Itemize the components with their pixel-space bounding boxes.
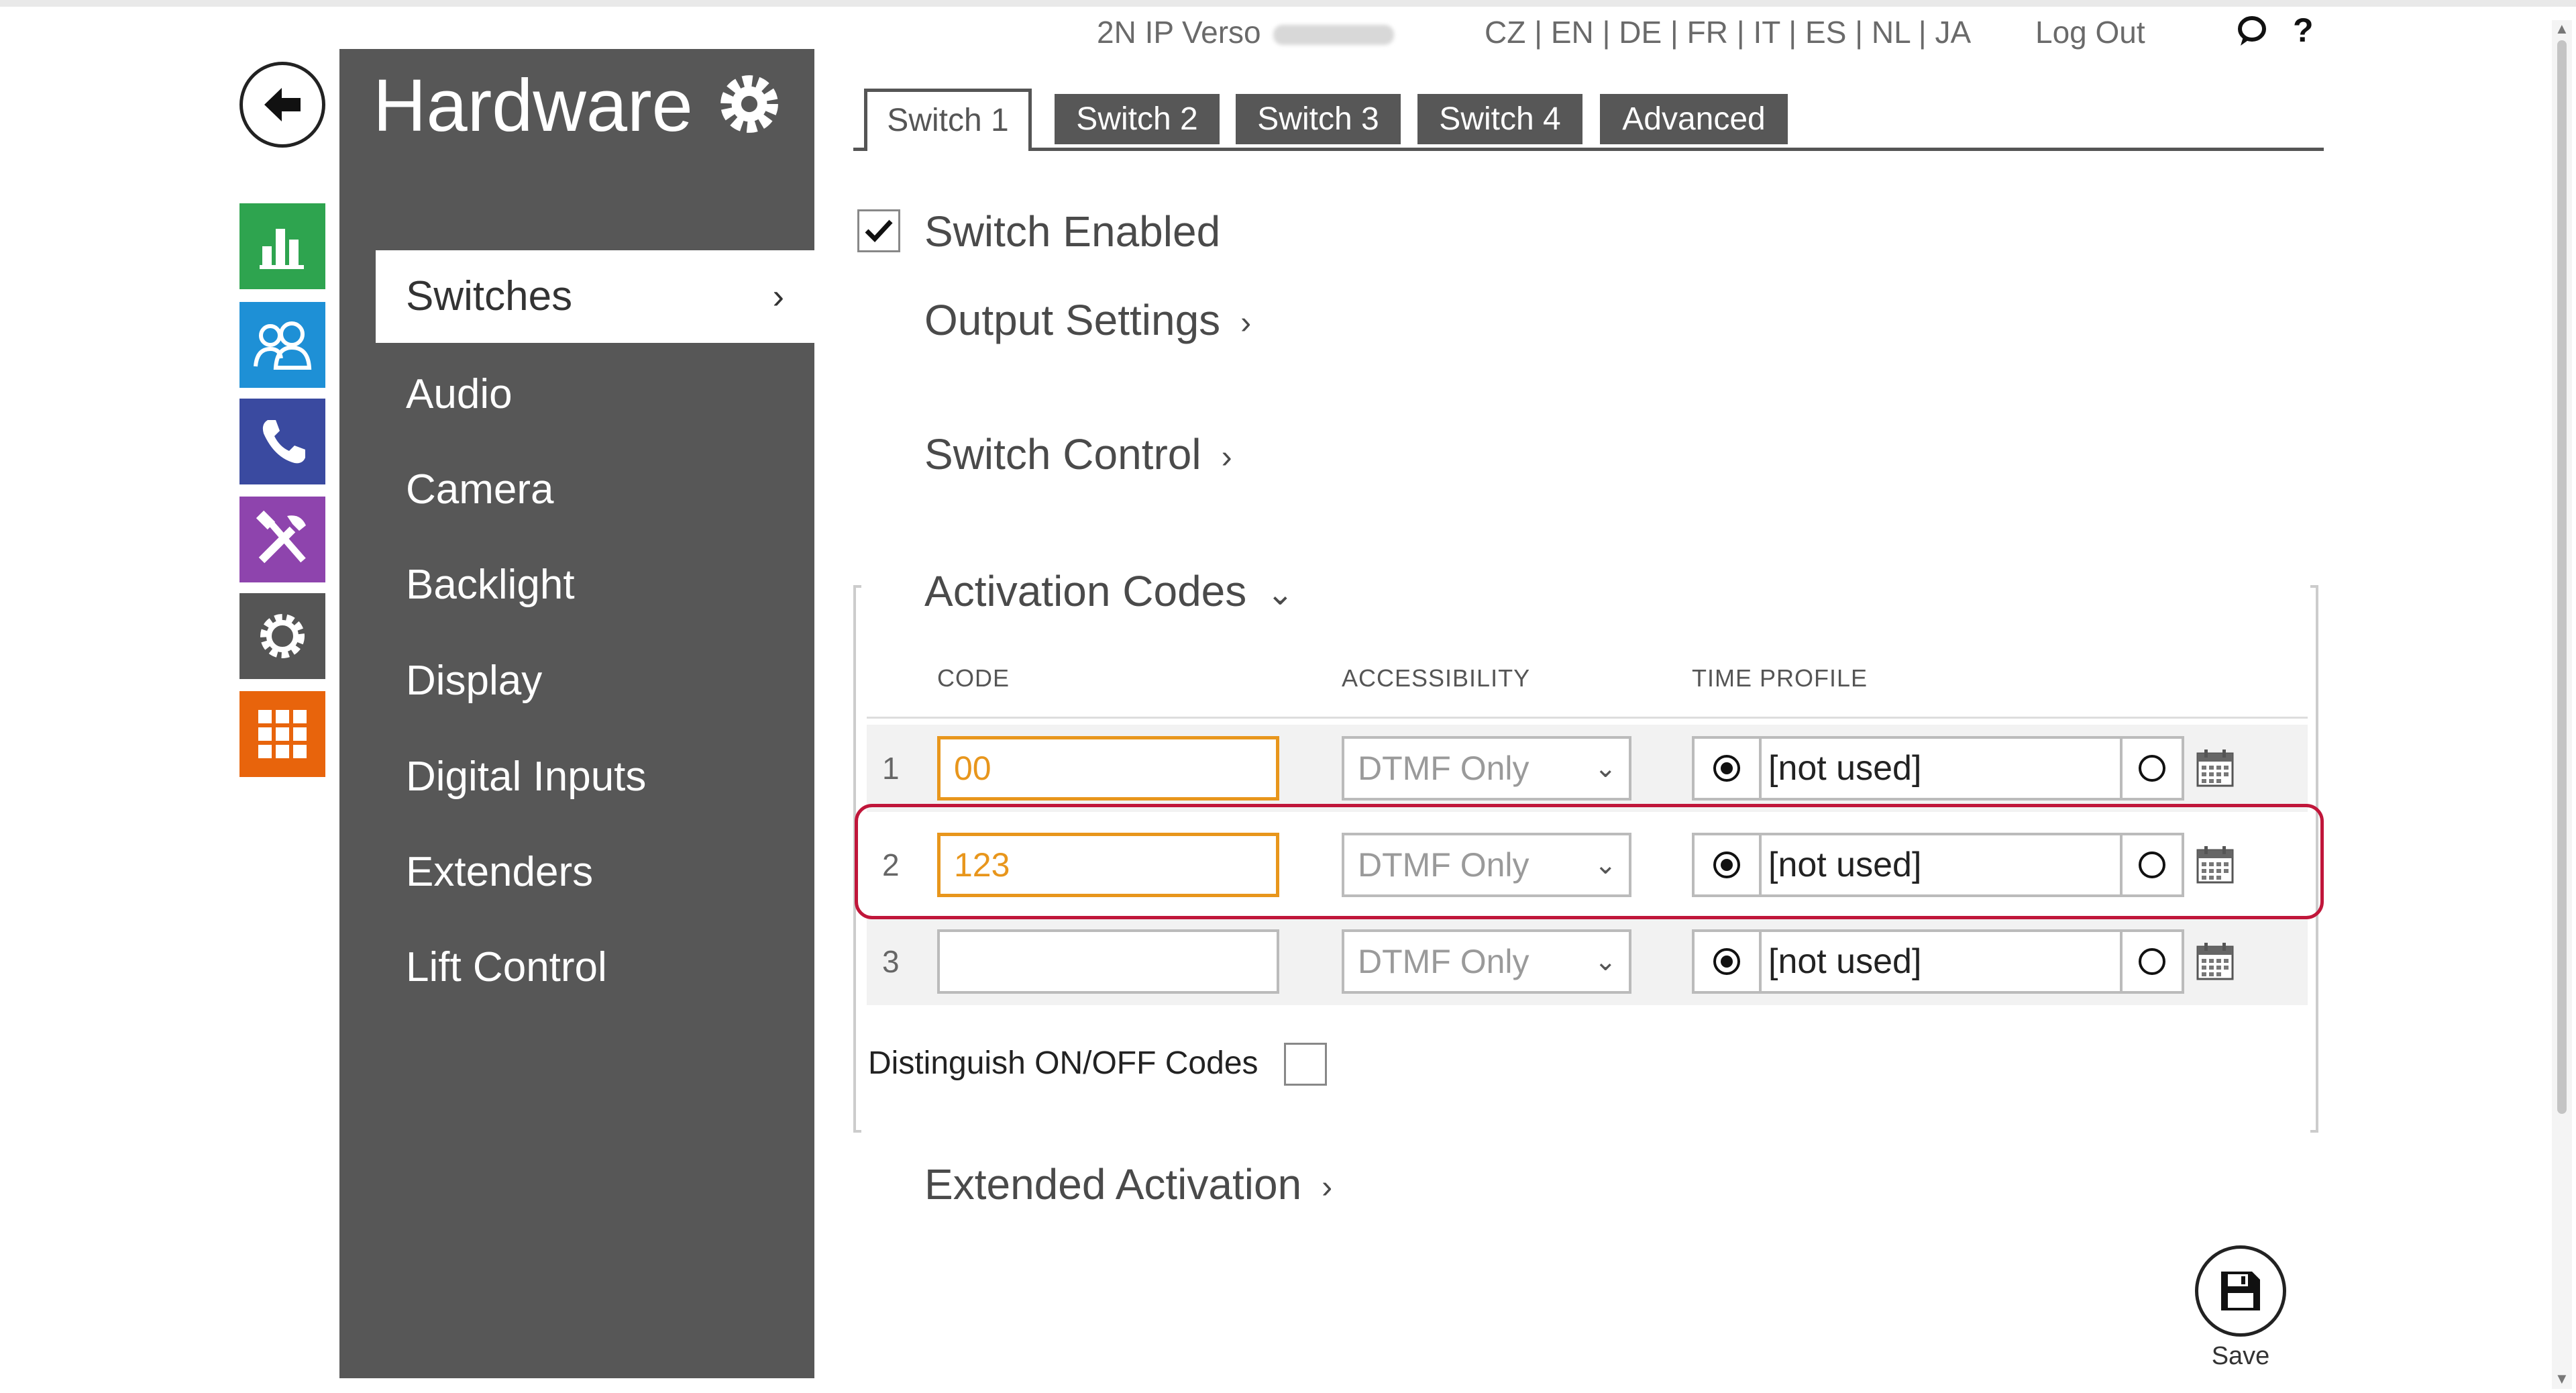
sidebar-item-camera[interactable]: Camera: [376, 444, 814, 536]
switch-enabled-checkbox[interactable]: [857, 209, 900, 252]
rail-phone[interactable]: [239, 399, 325, 484]
arrow-left-icon: [264, 88, 301, 121]
language-selector[interactable]: CZ | EN | DE | FR | IT | ES | NL | JA: [1485, 12, 1971, 52]
accessibility-value: DTMF Only: [1358, 750, 1529, 787]
checkmark-icon: [865, 219, 893, 243]
tab-bar-underline: [853, 148, 2324, 151]
chat-icon[interactable]: [2235, 15, 2269, 48]
sidebar-item-lift-control[interactable]: Lift Control: [376, 921, 814, 1014]
column-header-code: CODE: [937, 664, 1010, 692]
help-icon[interactable]: ?: [2293, 11, 2314, 50]
scrollbar-thumb[interactable]: [2557, 40, 2567, 1114]
rail-settings[interactable]: [239, 593, 325, 679]
top-border: [0, 0, 2576, 7]
time-profile-select[interactable]: [not used]: [1768, 932, 1921, 991]
logout-link[interactable]: Log Out: [2035, 12, 2145, 52]
radio-selected-icon: [1713, 755, 1740, 782]
hardware-tools-icon: [256, 510, 306, 564]
distinguish-codes-checkbox[interactable]: [1284, 1043, 1327, 1086]
activation-codes-label: Activation Codes: [924, 567, 1247, 615]
save-label: Save: [2211, 1342, 2270, 1370]
chevron-right-icon: ›: [1240, 305, 1252, 342]
chevron-right-icon: ›: [1221, 440, 1232, 476]
calendar-icon: [2196, 943, 2234, 980]
calendar-icon: [2196, 750, 2234, 787]
hardware-gear-icon: [712, 67, 786, 144]
tab-advanced[interactable]: Advanced: [1600, 94, 1788, 144]
time-profile-off-radio[interactable]: [2120, 929, 2184, 994]
chevron-right-icon: ›: [772, 277, 784, 316]
rail-hardware[interactable]: [239, 497, 325, 582]
chevron-down-icon: ⌄: [1594, 754, 1617, 783]
device-name-label: 2N IP Verso: [1097, 15, 1261, 50]
distinguish-codes-label: Distinguish ON/OFF Codes: [868, 1045, 1258, 1081]
radio-selected-icon: [1713, 948, 1740, 975]
rail-status[interactable]: [239, 203, 325, 289]
rail-directory[interactable]: [239, 302, 325, 388]
time-profile-off-radio[interactable]: [2120, 736, 2184, 801]
chevron-down-icon: ⌄: [1267, 576, 1294, 613]
column-header-accessibility: ACCESSIBILITY: [1342, 664, 1531, 692]
tab-switch-2[interactable]: Switch 2: [1055, 94, 1220, 144]
back-button[interactable]: [239, 62, 325, 148]
device-name: 2N IP Verso: [1097, 12, 1394, 52]
time-profile-group: [not used] ▼: [1692, 736, 2182, 801]
rail-services[interactable]: [239, 691, 325, 777]
services-grid-icon: [258, 710, 307, 758]
table-header-divider: [867, 717, 2308, 719]
accessibility-value: DTMF Only: [1358, 943, 1529, 980]
switch-control-label: Switch Control: [924, 430, 1201, 478]
output-settings-section[interactable]: Output Settings ›: [924, 290, 1251, 354]
directory-users-icon: [254, 321, 312, 370]
calendar-button[interactable]: [2186, 736, 2245, 801]
switch-enabled-label: Switch Enabled: [924, 207, 1221, 256]
calendar-button[interactable]: [2186, 929, 2245, 994]
row-number: 1: [882, 751, 900, 786]
time-profile-radio[interactable]: [1695, 932, 1762, 991]
phone-icon: [262, 420, 305, 464]
chevron-down-icon: ⌄: [1594, 947, 1617, 976]
sidebar-item-digital-inputs[interactable]: Digital Inputs: [376, 731, 814, 823]
output-settings-label: Output Settings: [924, 296, 1221, 344]
save-button[interactable]: [2195, 1245, 2286, 1337]
sidebar-item-label: Switches: [406, 273, 573, 319]
row-number: 3: [882, 944, 900, 979]
activation-codes-section[interactable]: Activation Codes ⌄: [924, 561, 1293, 625]
sidebar-item-display[interactable]: Display: [376, 635, 814, 727]
floppy-disk-icon: [2221, 1272, 2260, 1310]
scroll-up-icon[interactable]: ▲: [2555, 20, 2569, 38]
sidebar-title: Hardware: [373, 64, 693, 147]
tab-switch-3[interactable]: Switch 3: [1236, 94, 1401, 144]
chevron-right-icon: ›: [1322, 1170, 1333, 1206]
time-profile-group: [not used] ▼: [1692, 929, 2182, 994]
extended-activation-label: Extended Activation: [924, 1160, 1302, 1208]
sidebar-item-backlight[interactable]: Backlight: [376, 539, 814, 631]
sidebar-item-switches[interactable]: Switches ›: [376, 250, 814, 343]
column-header-time-profile: TIME PROFILE: [1692, 664, 1868, 692]
sidebar-item-audio[interactable]: Audio: [376, 348, 814, 441]
status-chart-icon: [260, 229, 304, 269]
accessibility-select[interactable]: DTMF Only ⌄: [1342, 929, 1631, 994]
switch-control-section[interactable]: Switch Control ›: [924, 424, 1232, 488]
scroll-down-icon[interactable]: ▼: [2555, 1370, 2569, 1388]
settings-gear-icon: [260, 614, 305, 658]
radio-empty-icon: [2139, 948, 2165, 975]
row-highlight-frame: [855, 804, 2324, 919]
tab-switch-4[interactable]: Switch 4: [1417, 94, 1582, 144]
radio-empty-icon: [2139, 755, 2165, 782]
time-profile-radio[interactable]: [1695, 739, 1762, 798]
sidebar-item-extenders[interactable]: Extenders: [376, 826, 814, 919]
tab-switch-1[interactable]: Switch 1: [864, 89, 1032, 155]
code-input[interactable]: 00: [937, 736, 1279, 801]
extended-activation-section[interactable]: Extended Activation ›: [924, 1154, 1332, 1218]
accessibility-select[interactable]: DTMF Only ⌄: [1342, 736, 1631, 801]
code-input[interactable]: [937, 929, 1279, 994]
time-profile-select[interactable]: [not used]: [1768, 739, 1921, 798]
redacted-device-id: [1273, 24, 1394, 45]
